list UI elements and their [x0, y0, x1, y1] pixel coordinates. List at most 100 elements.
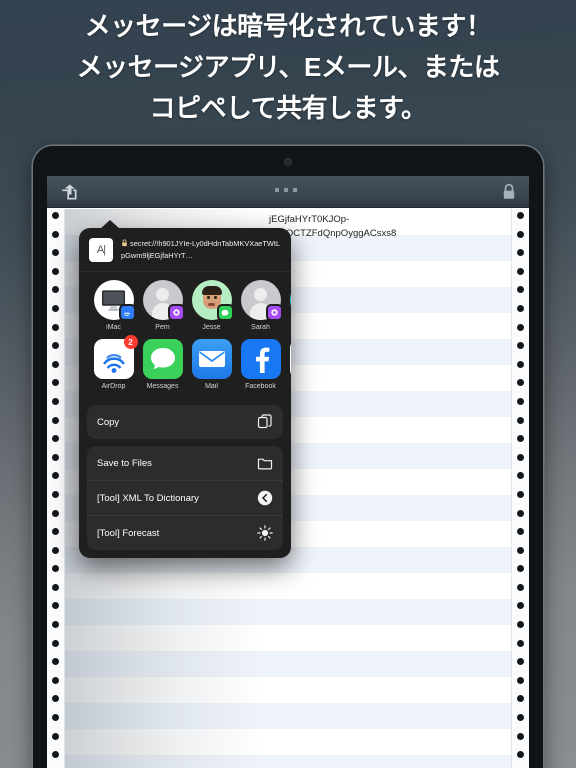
perforation-hole: [517, 472, 524, 480]
perforation-hole: [52, 621, 59, 629]
dot: [284, 188, 288, 192]
action-label: Copy: [97, 416, 120, 428]
perforation-hole: [517, 602, 524, 610]
action-forecast[interactable]: [Tool] Forecast: [87, 515, 283, 550]
contact-jesse[interactable]: Jesse: [187, 280, 236, 331]
action-copy[interactable]: Copy: [87, 405, 283, 439]
perforation-hole: [52, 230, 59, 238]
actions-group-secondary: Save to Files [Tool] XML To Dictionary […: [87, 446, 283, 550]
app-messages[interactable]: Messages: [138, 339, 187, 390]
perforation-hole: [517, 639, 524, 647]
avatar: [93, 280, 136, 321]
tablet-device: jEGjfaHYrT0KJOp- 2E4OCTZFdQnpOyggACsxs8 A…: [33, 146, 543, 768]
perforation-hole: [52, 546, 59, 554]
perforation-hole: [52, 379, 59, 387]
dot: [293, 188, 297, 192]
sun-icon: [257, 525, 273, 541]
contact-label: iMac: [106, 324, 121, 331]
headline: メッセージは暗号化されています！ メッセージアプリ、Eメール、または コピペして…: [0, 0, 576, 129]
perforation-hole: [517, 546, 524, 554]
messages-badge-icon: [216, 304, 234, 321]
contact-sarah[interactable]: Sarah: [236, 280, 285, 331]
perforation-hole: [52, 435, 59, 443]
perforation-hole: [517, 528, 524, 536]
headline-line-2: メッセージアプリ、Eメール、または: [76, 52, 500, 82]
perforation-hole: [52, 695, 59, 703]
photos-icon: [289, 339, 291, 379]
front-camera-icon: [285, 159, 291, 165]
contact-pem[interactable]: Pem: [138, 280, 187, 331]
lock-icon: [121, 239, 128, 251]
app-airdrop[interactable]: 2 AirDrop: [89, 335, 138, 390]
perforation-hole: [52, 360, 59, 368]
app-photos[interactable]: Me: [285, 339, 291, 390]
three-dots-icon[interactable]: [275, 188, 297, 192]
perforation-hole: [517, 490, 524, 498]
perforation-hole: [517, 751, 524, 759]
app-facebook[interactable]: Facebook: [236, 339, 285, 390]
perforation-hole: [517, 286, 524, 294]
perforation-hole: [517, 323, 524, 331]
contacts-row: iMac Pem Jesse Sarah: [79, 272, 291, 335]
perforation-hole: [52, 602, 59, 610]
facebook-icon: [240, 339, 281, 379]
document-paper: jEGjfaHYrT0KJOp- 2E4OCTZFdQnpOyggACsxs8 A…: [47, 209, 529, 768]
perforation-hole: [52, 416, 59, 424]
share-sheet: A| secret://!h901JYIe-Ly0dHdnTabMKVXaeTW…: [79, 220, 291, 558]
share-sheet-header: A| secret://!h901JYIe-Ly0dHdnTabMKVXaeTW…: [79, 228, 291, 272]
avatar: [240, 280, 283, 321]
app-label: Me: [285, 383, 291, 390]
perforation-hole: [517, 658, 524, 666]
perforation-hole: [52, 583, 59, 591]
document-text-line-1: jEGjfaHYrT0KJOp-: [269, 214, 350, 225]
perforation-hole: [517, 360, 524, 368]
perforation-hole: [52, 453, 59, 461]
share-icon[interactable]: [59, 182, 79, 202]
perforation-hole: [517, 304, 524, 312]
popover-arrow: [100, 220, 120, 229]
app-label: Mail: [205, 383, 218, 390]
perforation-hole: [517, 453, 524, 461]
photos-badge-icon: [167, 304, 185, 321]
perforation-hole: [52, 212, 59, 219]
perforation-hole: [52, 528, 59, 536]
paper-margin-right: [511, 209, 529, 768]
document-thumbnail-icon: A|: [89, 238, 113, 262]
action-save-to-files[interactable]: Save to Files: [87, 446, 283, 480]
airdrop-icon: 2: [93, 335, 138, 379]
app-toolbar: [47, 176, 529, 208]
action-xml-to-dictionary[interactable]: [Tool] XML To Dictionary: [87, 480, 283, 515]
contact-label: Pem: [155, 324, 170, 331]
tablet-screen: jEGjfaHYrT0KJOp- 2E4OCTZFdQnpOyggACsxs8 A…: [47, 176, 529, 768]
perforation-hole: [517, 342, 524, 350]
perforation-hole: [517, 212, 524, 219]
airdrop-badge-icon: [118, 304, 136, 321]
perforation-hole: [52, 304, 59, 312]
shared-url: secret://!h901JYIe-Ly0dHdnTabMKVXaeTWtLp…: [121, 238, 281, 262]
folder-icon: [257, 455, 273, 471]
perforation-hole: [52, 676, 59, 684]
app-mail[interactable]: Mail: [187, 339, 236, 390]
avatar: [142, 280, 185, 321]
perforation-hole: [52, 658, 59, 666]
copy-icon: [257, 414, 273, 430]
perforation-hole: [517, 621, 524, 629]
shared-url-text: secret://!h901JYIe-Ly0dHdnTabMKVXaeTWtLp…: [121, 239, 281, 260]
perforation-hole: [52, 490, 59, 498]
perforation-hole: [517, 732, 524, 740]
contact-imac[interactable]: iMac: [89, 280, 138, 331]
perforation-hole: [517, 230, 524, 238]
perforation-hole: [517, 714, 524, 722]
lock-icon[interactable]: [501, 182, 517, 202]
headline-line-1: メッセージは暗号化されています！: [84, 11, 492, 41]
perforation-hole: [52, 472, 59, 480]
actions-group-primary: Copy: [87, 405, 283, 439]
perforation-hole: [517, 565, 524, 573]
perforation-hole: [517, 509, 524, 517]
perforation-hole: [517, 397, 524, 405]
contact-partial[interactable]: [285, 280, 291, 331]
perforation-hole: [52, 509, 59, 517]
app-label: Facebook: [245, 383, 276, 390]
dot: [275, 188, 279, 192]
perforation-hole: [517, 435, 524, 443]
